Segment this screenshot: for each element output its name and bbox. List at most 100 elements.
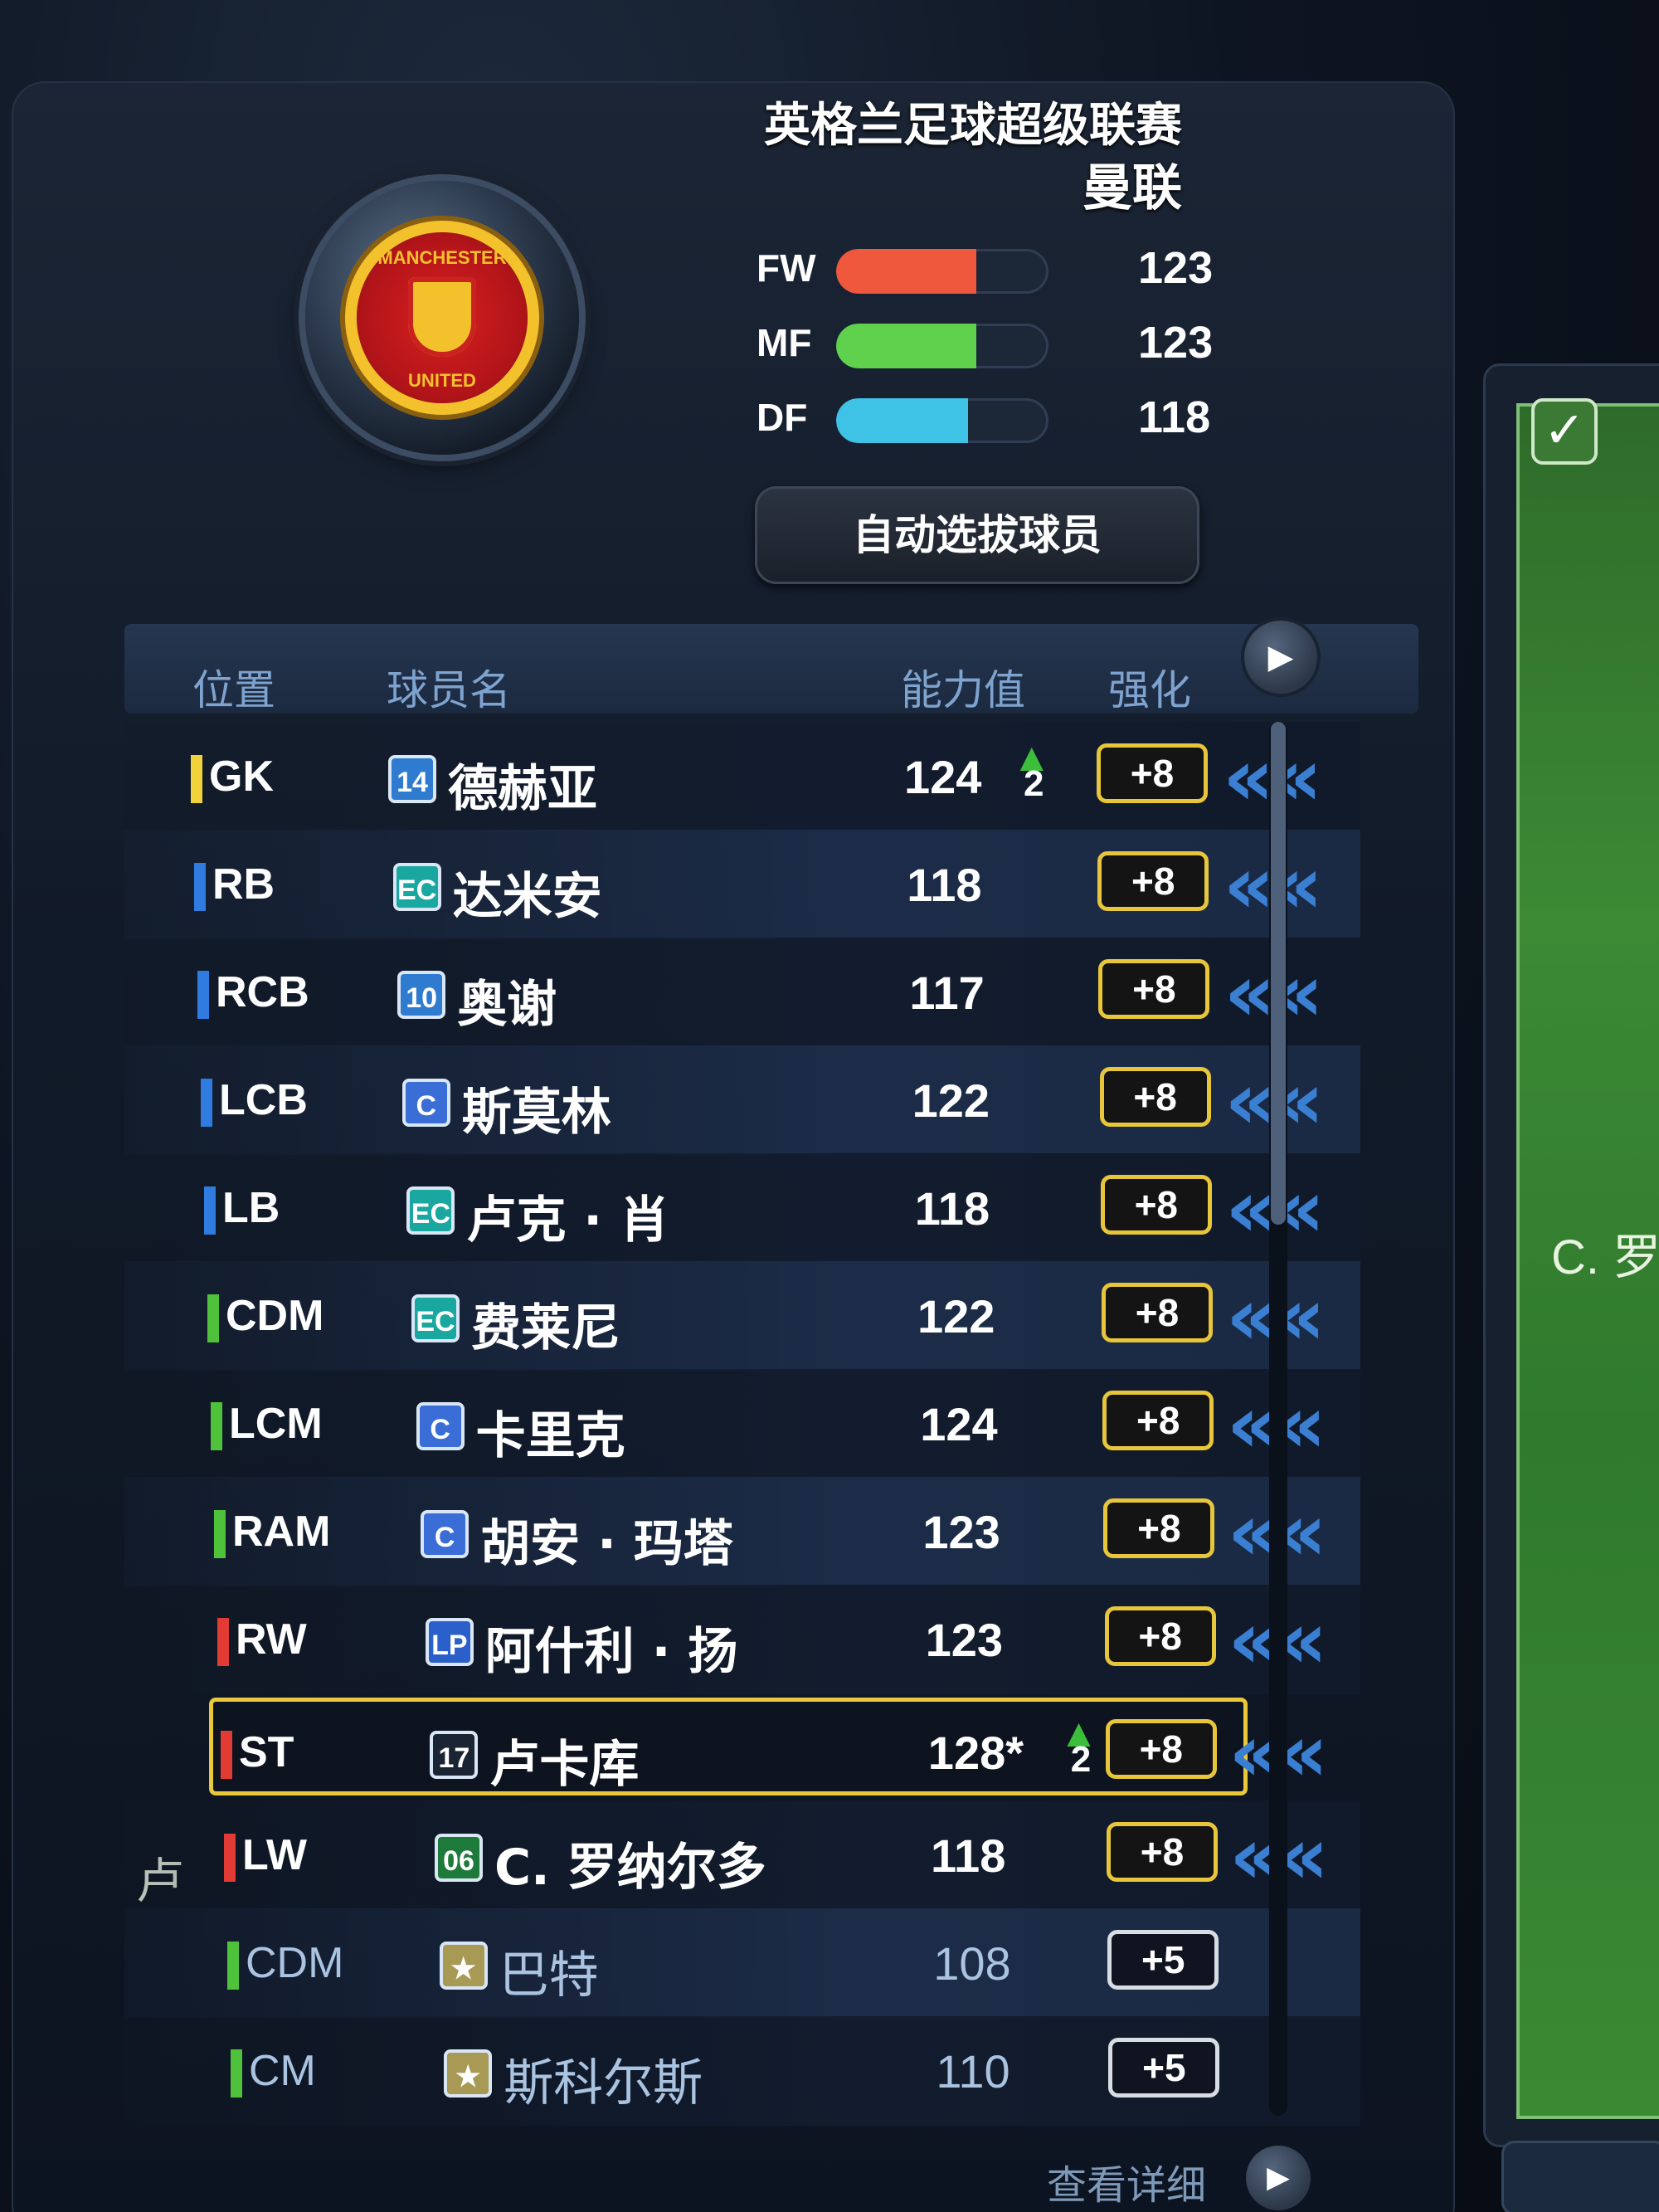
enhance-level-badge[interactable]: +8 — [1097, 743, 1208, 803]
enhance-level-badge[interactable]: +8 — [1103, 1498, 1215, 1558]
header-position[interactable]: 位置 — [192, 657, 275, 717]
player-position: RB — [212, 860, 275, 909]
player-name[interactable]: 卢卡库 — [489, 1724, 639, 1796]
player-name[interactable]: 费莱尼 — [471, 1288, 620, 1360]
scrollbar[interactable] — [1269, 722, 1287, 2116]
stat-mf: MF 123 — [757, 317, 1238, 370]
header-rating[interactable]: 能力值 — [901, 657, 1025, 717]
stat-label: FW — [757, 246, 816, 290]
crest-top-text: MANCHESTER — [377, 247, 507, 268]
player-name[interactable]: 胡安 · 玛塔 — [480, 1503, 733, 1576]
player-rating: 118 — [907, 859, 982, 911]
scrollbar-thumb[interactable] — [1271, 722, 1286, 1225]
position-color-bar — [231, 2049, 242, 2098]
player-name[interactable]: 阿什利 · 扬 — [485, 1611, 738, 1683]
stat-bar-fill — [836, 398, 968, 443]
double-chevron-left-icon[interactable]: «« — [1224, 840, 1356, 931]
view-details-label[interactable]: 查看详细 — [1047, 2152, 1206, 2210]
season-badge-icon: 17 — [430, 1731, 479, 1779]
position-color-bar — [191, 755, 202, 803]
player-name[interactable]: 斯科尔斯 — [504, 2043, 703, 2115]
player-rating: 117 — [909, 967, 985, 1019]
player-rating: 110 — [936, 2045, 1010, 2098]
table-row[interactable]: LCB C斯莫林 122 +8«« — [124, 1045, 1360, 1155]
checkmark-icon[interactable]: ✓ — [1531, 398, 1598, 465]
table-row[interactable]: GK14德赫亚124▲2+8«« — [124, 722, 1360, 831]
boost-value: 2 — [1024, 763, 1044, 804]
player-position: LCM — [229, 1400, 323, 1448]
position-color-bar — [211, 1402, 222, 1450]
stat-value: 123 — [1138, 318, 1214, 368]
table-row[interactable]: ST17卢卡库128*▲2+8«« — [209, 1698, 1328, 1799]
double-chevron-left-icon[interactable]: «« — [1229, 1810, 1362, 1902]
position-color-bar — [201, 1079, 212, 1127]
double-chevron-left-icon[interactable]: «« — [1223, 732, 1355, 823]
season-badge-icon: C — [401, 1079, 450, 1127]
stat-label: MF — [757, 321, 812, 364]
enhance-level-badge[interactable]: +8 — [1097, 851, 1209, 911]
enhance-level-badge[interactable]: +8 — [1107, 1822, 1218, 1882]
crest-emblem: MANCHESTER UNITED — [357, 232, 528, 403]
pitch-footer-button[interactable] — [1501, 2141, 1659, 2212]
enhance-level-badge[interactable]: +8 — [1100, 1175, 1212, 1235]
double-chevron-left-icon[interactable]: «« — [1228, 1595, 1360, 1686]
player-name[interactable]: 卢克 · 肖 — [466, 1180, 669, 1252]
table-row[interactable]: LB EC卢克 · 肖 118 +8«« — [124, 1153, 1360, 1263]
player-name[interactable]: 达米安 — [453, 856, 602, 928]
player-name[interactable]: 奥谢 — [457, 964, 557, 1036]
double-chevron-left-icon[interactable]: «« — [1224, 948, 1357, 1039]
player-name[interactable]: C. 罗纳尔多 — [494, 1827, 766, 1899]
position-color-bar — [224, 1834, 236, 1882]
player-position: LCB — [219, 1076, 308, 1124]
player-position: RCB — [216, 968, 309, 1016]
position-color-bar — [204, 1186, 216, 1235]
table-row[interactable]: RB EC达米安 118 +8«« — [124, 830, 1360, 939]
player-position: ST — [239, 1728, 294, 1776]
double-chevron-left-icon[interactable]: «« — [1226, 1271, 1359, 1362]
player-name[interactable]: 卡里克 — [476, 1396, 625, 1468]
stat-bar — [836, 398, 1048, 443]
play-triangle-icon[interactable]: ▶ — [1246, 2146, 1311, 2210]
player-rating: 123 — [925, 1614, 1004, 1666]
enhance-level-badge[interactable]: +8 — [1098, 959, 1210, 1019]
stat-value: 123 — [1138, 243, 1214, 293]
league-name: 英格兰足球超级联赛 — [764, 99, 1182, 153]
stat-value: 118 — [1138, 392, 1211, 442]
table-row[interactable]: RW LP阿什利 · 扬 123 +8«« — [124, 1585, 1360, 1694]
boost-value: 2 — [1070, 1739, 1092, 1780]
enhance-level-badge[interactable]: +8 — [1102, 1391, 1214, 1450]
double-chevron-left-icon[interactable]: «« — [1225, 1163, 1358, 1255]
enhance-level-badge[interactable]: +8 — [1102, 1283, 1213, 1342]
formation-preview[interactable]: ✓ C. 罗 — [1483, 363, 1659, 2147]
enhance-level-badge[interactable]: +5 — [1108, 2038, 1220, 2098]
header-enhance[interactable]: 强化 — [1108, 657, 1191, 717]
double-chevron-left-icon[interactable]: «« — [1228, 1708, 1361, 1799]
header-player[interactable]: 球员名 — [387, 657, 511, 717]
table-row[interactable]: CM ★ 斯科尔斯 110 +5 — [124, 2016, 1360, 2126]
table-row[interactable]: RCB 10奥谢 117 +8«« — [124, 938, 1360, 1047]
double-chevron-left-icon[interactable]: «« — [1224, 1055, 1357, 1147]
table-row[interactable]: LW 06C. 罗纳尔多 118 +8«« — [124, 1800, 1360, 1910]
double-chevron-left-icon[interactable]: «« — [1227, 1379, 1360, 1470]
table-row[interactable]: LCM C卡里克 124 +8«« — [124, 1369, 1360, 1479]
player-rating: 118 — [914, 1182, 990, 1235]
player-name[interactable]: 巴特 — [499, 1935, 599, 2007]
player-name[interactable]: 德赫亚 — [448, 748, 597, 821]
table-header: 位置 球员名 能力值 强化 — [124, 624, 1418, 714]
club-name: 曼联 — [1082, 159, 1182, 217]
table-row[interactable]: RAM C胡安 · 玛塔 123 +8«« — [124, 1477, 1360, 1586]
enhance-level-badge[interactable]: +8 — [1099, 1067, 1211, 1127]
enhance-level-badge[interactable]: +8 — [1105, 1719, 1217, 1779]
table-row[interactable]: CDM ★ 巴特 108 +5 — [124, 1908, 1360, 2018]
auto-select-button[interactable]: 自动选拔球员 — [755, 486, 1199, 584]
player-name[interactable]: 斯莫林 — [462, 1072, 611, 1144]
player-rating: 128* — [927, 1727, 1024, 1779]
play-triangle-icon[interactable]: ▶ — [1244, 621, 1317, 694]
pitch-player-label[interactable]: C. 罗 — [1551, 1218, 1659, 1288]
position-color-bar — [214, 1510, 226, 1558]
double-chevron-left-icon[interactable]: «« — [1228, 1487, 1360, 1578]
table-row[interactable]: CDM EC费莱尼 122 +8«« — [124, 1261, 1360, 1371]
stat-bar-fill — [836, 324, 976, 368]
enhance-level-badge[interactable]: +8 — [1104, 1606, 1216, 1666]
enhance-level-badge[interactable]: +5 — [1107, 1930, 1219, 1990]
